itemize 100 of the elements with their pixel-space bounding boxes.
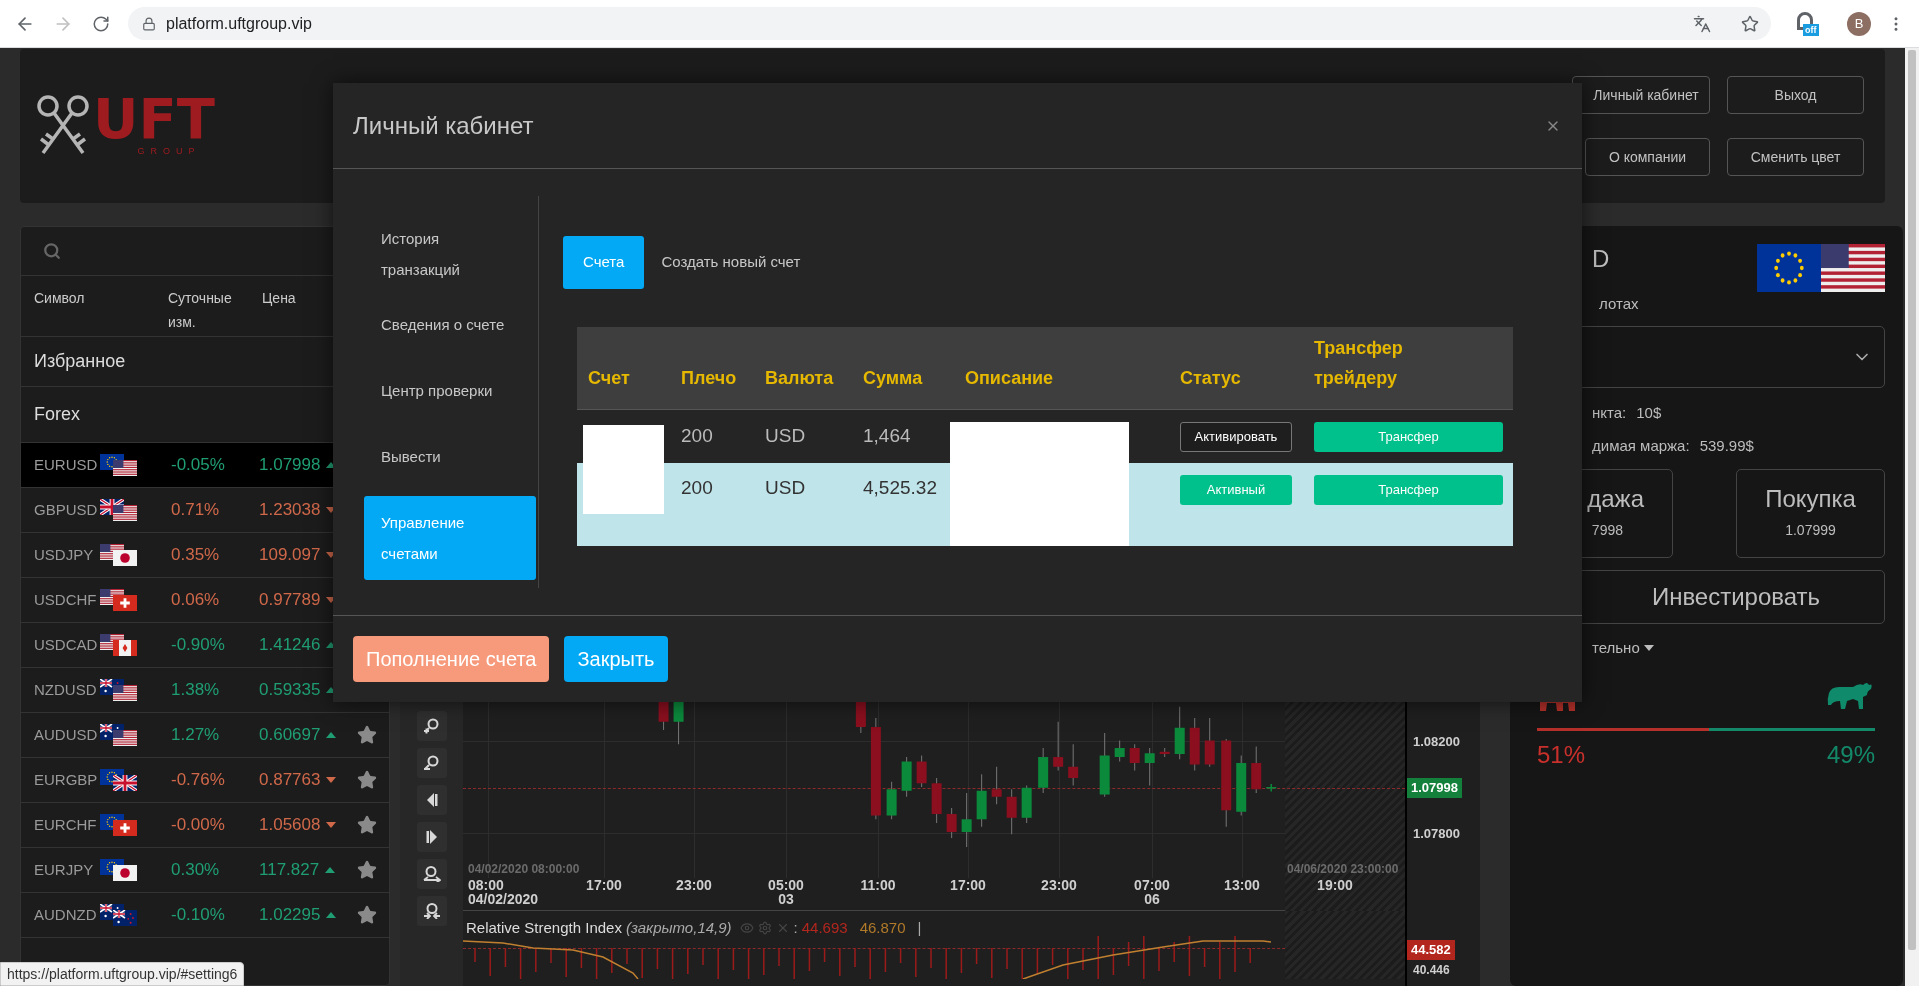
rsi-bar <box>732 947 735 971</box>
chart-tool-button[interactable] <box>416 711 447 741</box>
translate-icon[interactable] <box>1693 14 1711 33</box>
rsi-bar <box>823 947 826 963</box>
header-button[interactable]: О компании <box>1585 138 1710 176</box>
table-header: Трансфер трейдеру <box>1314 337 1404 390</box>
sell-price: 7998 <box>1591 521 1624 540</box>
favorite-star-icon[interactable] <box>357 770 377 790</box>
dialog-nav-item[interactable]: История транзакций <box>364 223 536 291</box>
symbol-text: EURUSD <box>34 454 99 475</box>
zoom-out-icon <box>423 755 440 771</box>
table-header: Сумма <box>863 367 924 390</box>
candle <box>1159 747 1170 758</box>
margin-label: димая маржа: <box>1592 436 1690 456</box>
price-text: 0.59335 <box>259 679 321 702</box>
candle <box>1189 717 1200 771</box>
rsi-bar <box>960 947 963 974</box>
date-axis-label: 04/02/2020 <box>468 892 539 906</box>
table-cell: 4,525.32 <box>863 477 937 498</box>
table-cell: 200 <box>681 477 713 498</box>
time-axis-label: 19:00 <box>1317 878 1353 892</box>
rsi-bar <box>595 947 598 979</box>
rsi-bar <box>975 947 978 965</box>
chart-tool-button[interactable] <box>416 859 447 889</box>
candle <box>991 766 1002 805</box>
dialog-nav-item[interactable]: Сведения о счете <box>364 291 536 357</box>
more-link[interactable]: тельно <box>1592 636 1640 660</box>
dialog-title: Личный кабинет <box>353 110 534 141</box>
indicator-cursor: | <box>917 918 922 938</box>
price-text: 117.827 <box>259 859 320 882</box>
candle <box>1053 721 1064 771</box>
caret-right-icon <box>425 829 438 845</box>
page-scrollbar[interactable] <box>1905 48 1919 986</box>
favorite-star-icon[interactable] <box>357 815 377 835</box>
dialog-nav-item[interactable]: Центр проверки <box>364 357 536 423</box>
last-price-badge: 1.07998 <box>1407 778 1462 798</box>
daily-change: 0.35% <box>171 544 221 567</box>
chart-tool-button[interactable] <box>416 822 447 852</box>
chart-tool-button[interactable] <box>416 785 447 815</box>
group-heading[interactable]: Forex <box>34 401 80 428</box>
price-text: 1.02295 <box>259 904 321 927</box>
column-header: Символ <box>34 289 86 308</box>
candle <box>1174 706 1185 760</box>
status-button[interactable]: Активировать <box>1180 421 1292 452</box>
candle <box>1021 785 1032 824</box>
rsi-bar <box>808 947 811 972</box>
candle <box>1114 740 1125 762</box>
table-cell: USD <box>765 477 806 498</box>
candle <box>1251 746 1262 794</box>
zoom-compress-icon <box>422 903 441 919</box>
daily-change: -0.05% <box>171 454 226 477</box>
bookmark-star-icon[interactable] <box>1741 14 1759 33</box>
candle <box>1265 783 1277 793</box>
status-url-tooltip: https://platform.uftgroup.vip/#setting6 <box>0 962 245 986</box>
zoom-in-icon <box>423 718 440 734</box>
buy-button[interactable]: Покупка 1.07999 <box>1736 469 1885 558</box>
chart-tool-button[interactable] <box>416 748 447 778</box>
rsi-bar <box>1188 935 1191 977</box>
profile-avatar[interactable]: B <box>1847 11 1871 36</box>
time-axis-label: 23:00 <box>676 878 712 892</box>
table-header: Валюта <box>765 367 835 390</box>
date-axis-label: 06 <box>1144 892 1160 906</box>
rsi-bar <box>1112 947 1115 976</box>
column-header: Суточные изм. <box>168 289 233 332</box>
candle <box>1129 743 1140 771</box>
favorite-star-icon[interactable] <box>357 860 377 880</box>
rsi-bar <box>884 947 887 973</box>
rsi-bar <box>1036 947 1039 975</box>
favorite-star-icon[interactable] <box>357 725 377 745</box>
indicator-last-badge: 44.582 <box>1407 940 1455 960</box>
rsi-bar <box>671 947 674 979</box>
time-axis-label: 05:00 <box>768 878 804 892</box>
favorite-star-icon[interactable] <box>357 905 377 925</box>
dialog-tab[interactable]: Создать новый счет <box>661 236 801 289</box>
range-end-label: 04/06/2020 23:00:00 <box>1287 861 1399 878</box>
candle <box>976 773 987 828</box>
daily-change: -0.90% <box>171 634 226 657</box>
header-button[interactable]: Выход <box>1727 76 1864 114</box>
time-axis-label: 08:00 <box>468 878 504 892</box>
chart-tool-button[interactable] <box>416 896 447 926</box>
rsi-bar <box>580 947 583 969</box>
zoom-expand-icon <box>422 866 441 882</box>
group-heading[interactable]: Избранное <box>34 348 126 375</box>
extension-badge: off <box>1803 23 1819 36</box>
table-cell: 1,464 <box>863 425 911 447</box>
address-bar[interactable]: platform.uftgroup.vip <box>128 7 1771 40</box>
sell-label: дажа <box>1587 486 1644 512</box>
table-header: Плечо <box>681 367 738 390</box>
rsi-bar <box>1203 947 1206 968</box>
symbol-text: USDCHF <box>34 589 98 610</box>
candle <box>1204 717 1215 768</box>
daily-change: -0.76% <box>171 769 226 792</box>
symbol-text: AUDNZD <box>34 904 98 925</box>
price-text: 1.05608 <box>259 814 321 837</box>
time-axis-label: 07:00 <box>1134 878 1170 892</box>
indicator-params: (закрыто,14,9) <box>625 918 732 938</box>
rsi-bar <box>1127 941 1130 967</box>
header-button[interactable]: Сменить цвет <box>1727 138 1864 176</box>
url-text: platform.uftgroup.vip <box>166 13 312 34</box>
rsi-bar <box>519 947 522 979</box>
